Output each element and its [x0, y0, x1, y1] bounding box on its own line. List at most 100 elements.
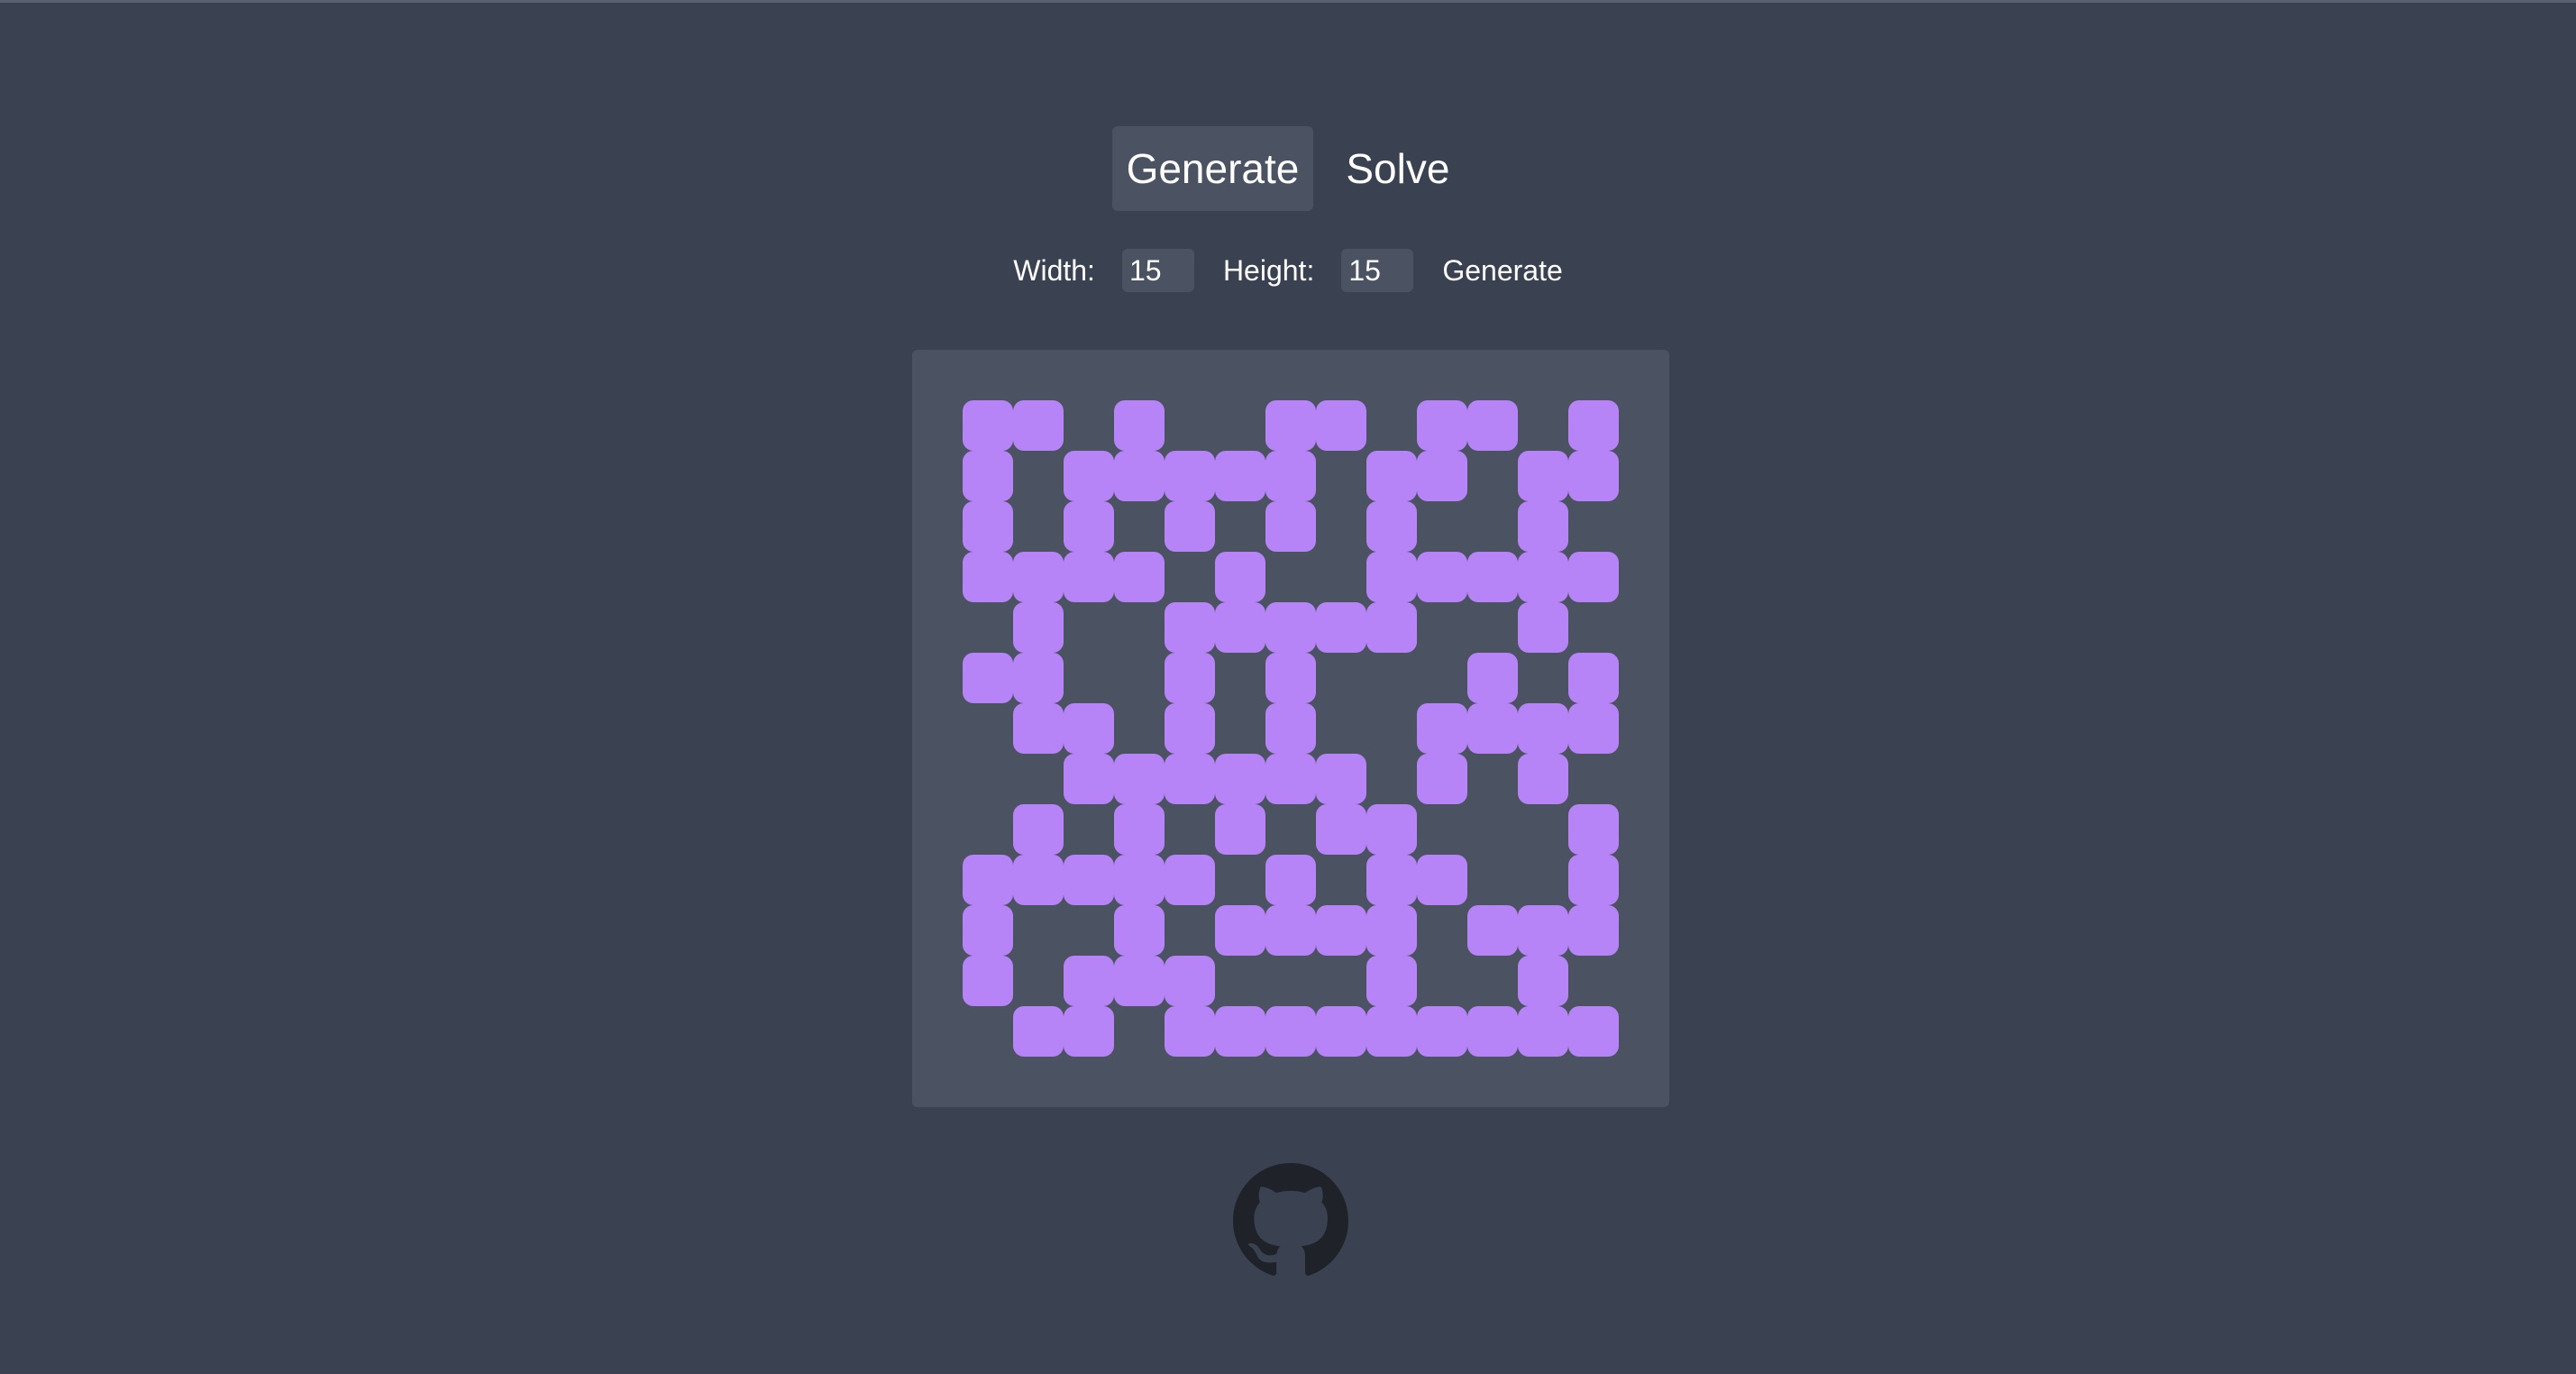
maze-cell — [1215, 905, 1265, 956]
maze-cell — [1165, 501, 1215, 552]
maze-cell — [1265, 400, 1316, 451]
maze-cell — [1265, 1006, 1316, 1057]
maze-cell — [1265, 653, 1316, 703]
width-input[interactable]: 15 — [1121, 249, 1194, 292]
maze-cell — [1417, 703, 1467, 754]
maze-cell — [1518, 754, 1568, 804]
maze-cell — [1013, 703, 1064, 754]
maze-cell — [1064, 703, 1114, 754]
maze-cell — [1417, 1006, 1467, 1057]
maze-cell — [1316, 602, 1366, 653]
generate-button[interactable]: Generate — [1442, 254, 1562, 288]
maze-cell — [1064, 552, 1114, 602]
maze-cell — [1165, 602, 1215, 653]
maze-cell — [1215, 804, 1265, 855]
maze-cell — [1467, 905, 1518, 956]
maze-cell — [1518, 905, 1568, 956]
maze-cell — [1215, 754, 1265, 804]
maze-cell — [1165, 653, 1215, 703]
maze-cell — [1568, 451, 1619, 501]
tab-generate[interactable]: Generate — [1111, 126, 1314, 211]
maze-cell — [1467, 653, 1518, 703]
maze-cell — [1417, 754, 1467, 804]
mode-tabs: Generate Solve — [0, 126, 2576, 211]
maze-cell — [1568, 400, 1619, 451]
maze-cell — [1114, 552, 1165, 602]
maze-cell — [1568, 1006, 1619, 1057]
maze-cell — [1165, 451, 1215, 501]
maze-cell — [1316, 1006, 1366, 1057]
maze-cell — [1064, 451, 1114, 501]
maze-cell — [1518, 956, 1568, 1006]
maze-cell — [1064, 1006, 1114, 1057]
maze-cell — [963, 451, 1013, 501]
maze-cell — [1467, 552, 1518, 602]
maze-cell — [1568, 653, 1619, 703]
maze-cell — [1366, 1006, 1417, 1057]
github-icon[interactable] — [1233, 1163, 1348, 1278]
maze-cell — [1568, 552, 1619, 602]
maze-size-controls: Width: 15 Height: 15 Generate — [0, 249, 2576, 292]
maze-cell — [1265, 703, 1316, 754]
maze-cell — [1366, 855, 1417, 905]
maze-cell — [1013, 653, 1064, 703]
height-input[interactable]: 15 — [1341, 249, 1414, 292]
maze-cell — [1467, 400, 1518, 451]
maze-cell — [1417, 451, 1467, 501]
maze-cell — [1265, 905, 1316, 956]
maze-cell — [1518, 602, 1568, 653]
maze-cell — [1165, 754, 1215, 804]
window-top-border — [0, 0, 2576, 3]
maze-cell — [1568, 804, 1619, 855]
maze-cell — [1316, 804, 1366, 855]
maze-cell — [1568, 905, 1619, 956]
maze-cell — [1013, 602, 1064, 653]
maze-cell — [1518, 1006, 1568, 1057]
maze-cell — [1064, 855, 1114, 905]
maze-cell — [963, 400, 1013, 451]
maze-cell — [1518, 451, 1568, 501]
maze-cell — [1316, 400, 1366, 451]
maze-cell — [1366, 552, 1417, 602]
maze-cell — [1265, 855, 1316, 905]
maze-cell — [1366, 905, 1417, 956]
maze-cell — [963, 501, 1013, 552]
maze-grid — [912, 350, 1669, 1107]
maze-cell — [1013, 855, 1064, 905]
maze-cell — [1215, 602, 1265, 653]
maze-cell — [963, 653, 1013, 703]
maze-cell — [1114, 754, 1165, 804]
maze-cell — [1518, 703, 1568, 754]
maze-cell — [1265, 501, 1316, 552]
maze-cell — [1064, 956, 1114, 1006]
maze-cell — [1417, 400, 1467, 451]
maze-cell — [1215, 552, 1265, 602]
maze-cell — [1064, 754, 1114, 804]
maze-cell — [1114, 905, 1165, 956]
maze-cell — [1568, 855, 1619, 905]
maze-cell — [1165, 956, 1215, 1006]
maze-cell — [1518, 501, 1568, 552]
maze-cell — [1013, 1006, 1064, 1057]
maze-cell — [1265, 602, 1316, 653]
maze-cell — [1417, 552, 1467, 602]
maze-cell — [1215, 1006, 1265, 1057]
maze-cell — [1366, 602, 1417, 653]
maze-cell — [1165, 703, 1215, 754]
maze-cell — [1417, 855, 1467, 905]
maze-cell — [1114, 451, 1165, 501]
maze-cell — [1114, 855, 1165, 905]
maze-cell — [1013, 552, 1064, 602]
maze-cell — [1265, 754, 1316, 804]
maze-cell — [1013, 804, 1064, 855]
maze-cell — [1215, 451, 1265, 501]
maze-cell — [1366, 451, 1417, 501]
maze-cell — [1568, 703, 1619, 754]
width-label: Width: — [1013, 253, 1095, 287]
maze-cell — [1366, 501, 1417, 552]
height-label: Height: — [1222, 253, 1315, 287]
maze-cell — [1467, 1006, 1518, 1057]
maze-cell — [963, 956, 1013, 1006]
maze-cell — [1013, 400, 1064, 451]
tab-solve[interactable]: Solve — [1331, 126, 1464, 211]
